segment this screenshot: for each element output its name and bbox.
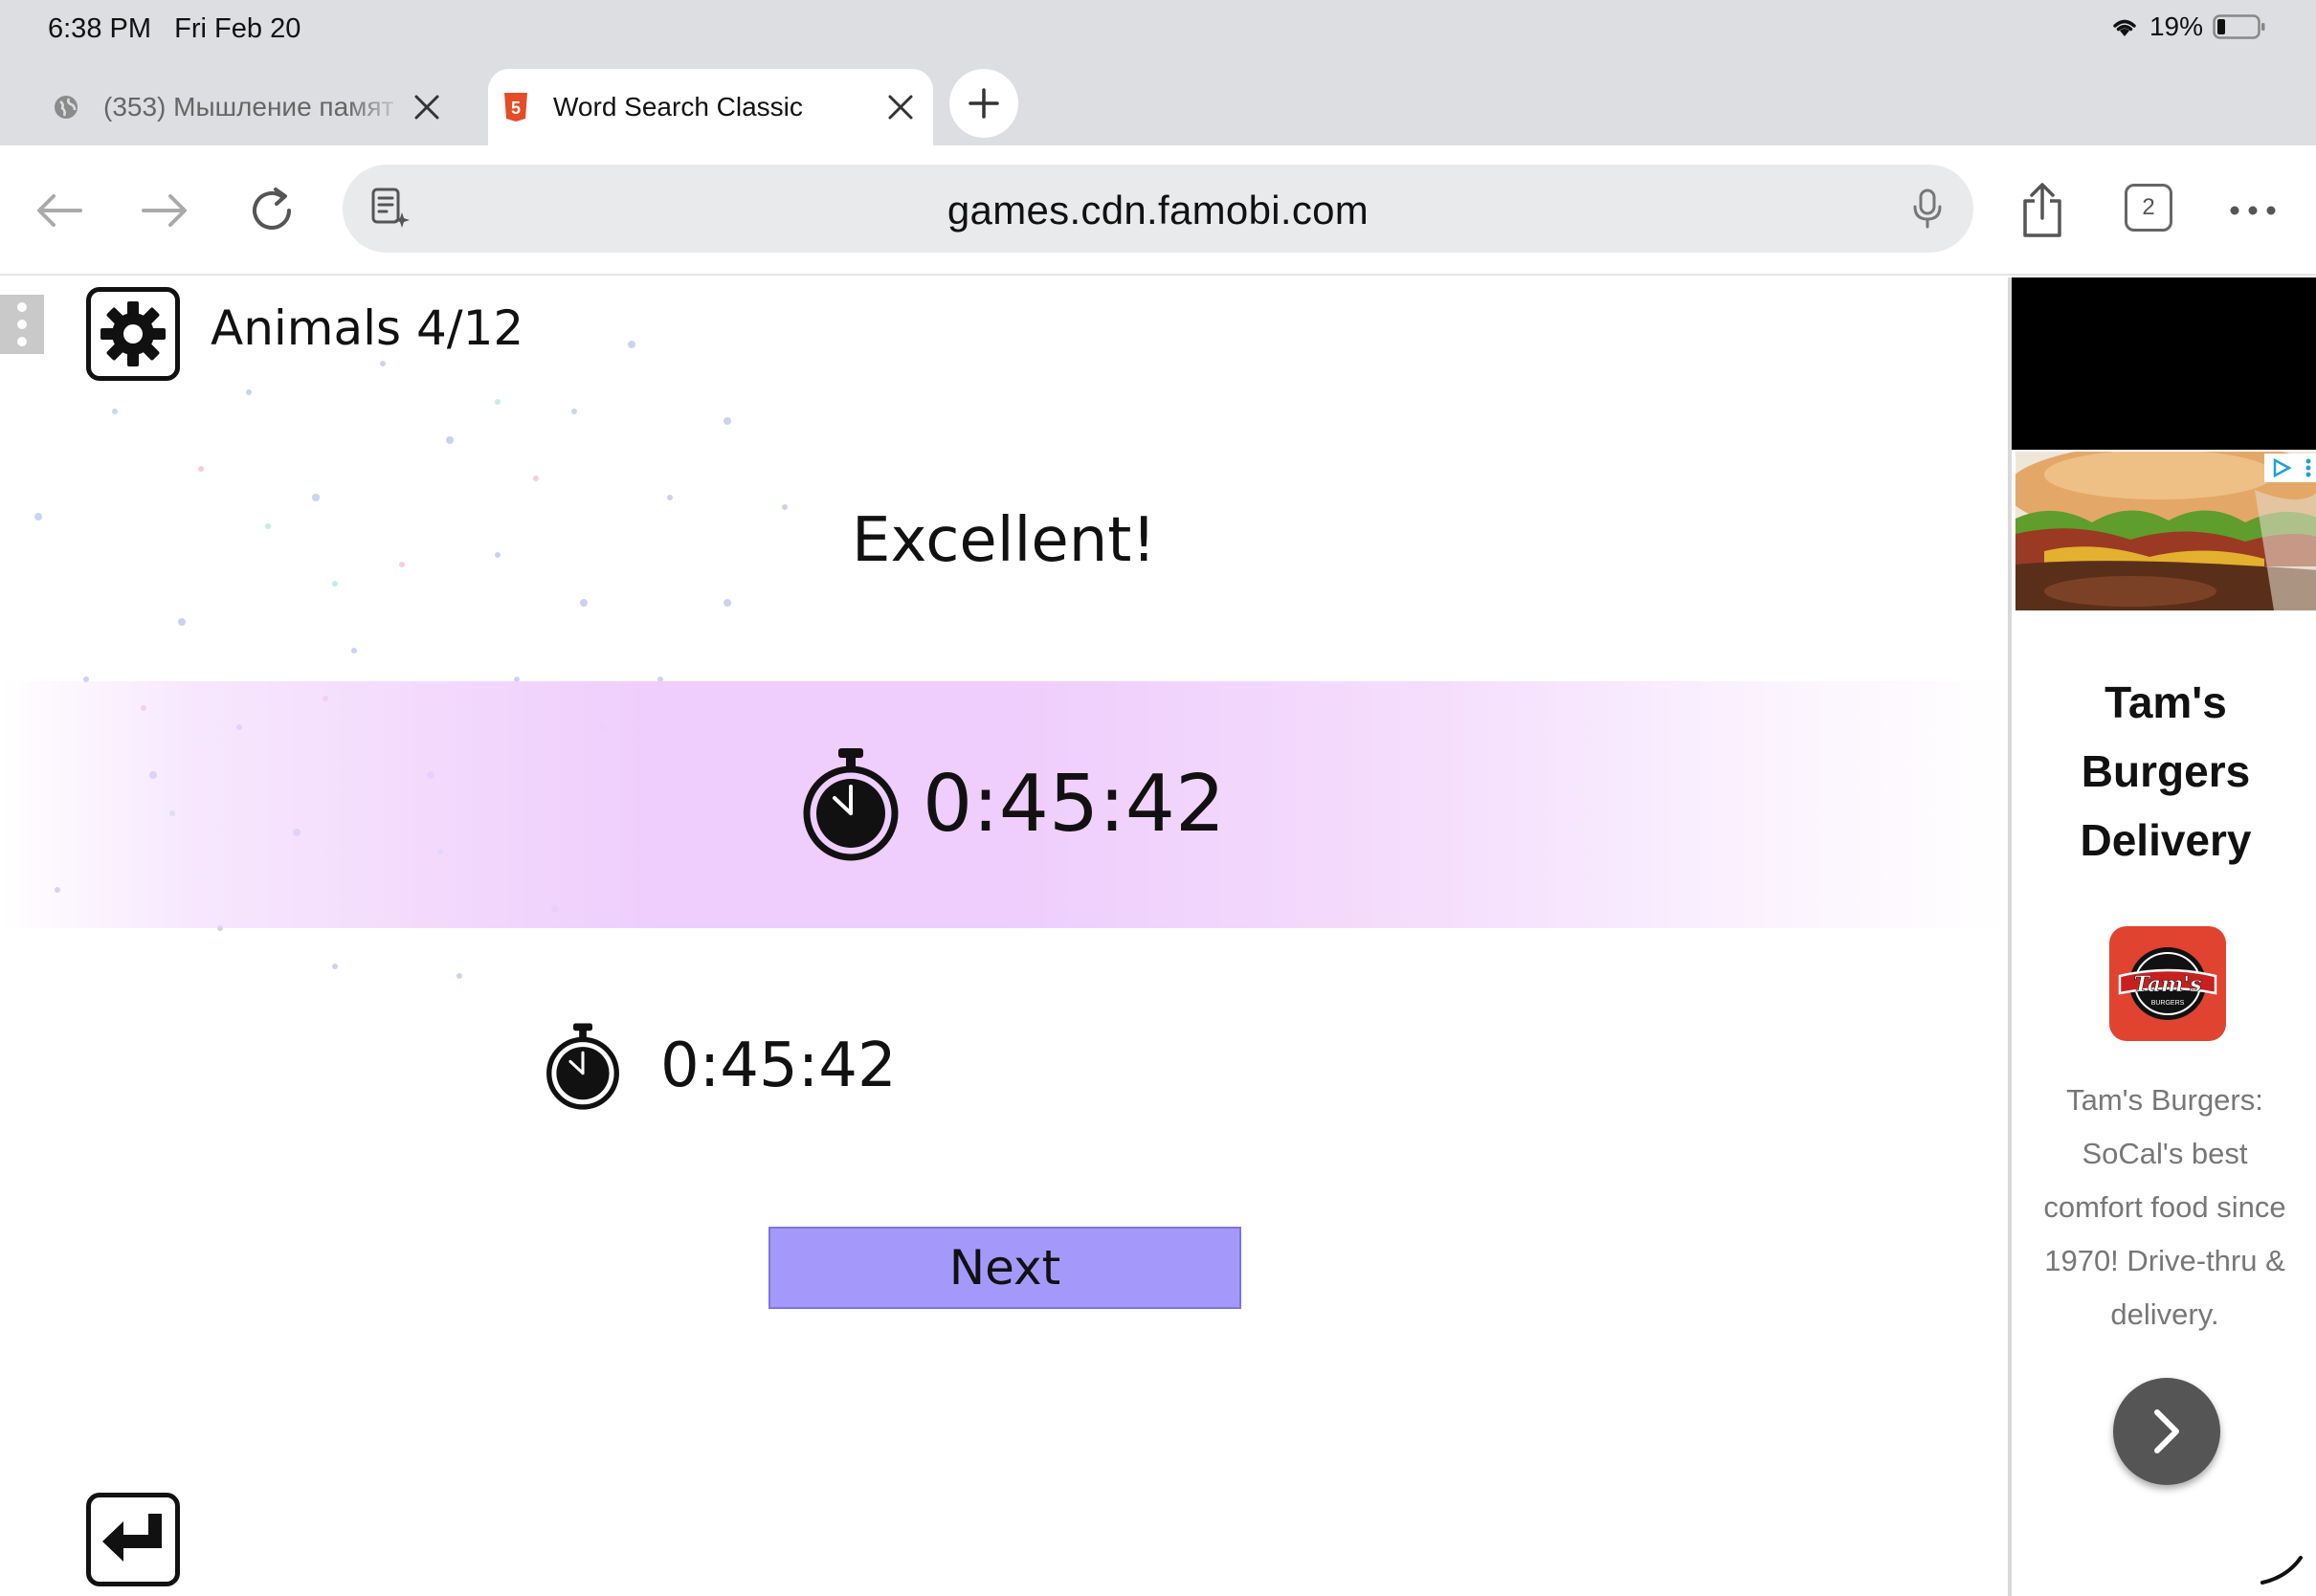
ad-headline[interactable]: Tam's Burgers Delivery <box>2012 668 2316 875</box>
return-button[interactable] <box>86 1493 180 1586</box>
current-time-value: 0:45:42 <box>923 758 1226 850</box>
best-time: 0:45:42 <box>544 1022 897 1110</box>
status-time: 6:38 PM Fri Feb 20 <box>48 13 301 45</box>
share-button[interactable] <box>2010 178 2075 243</box>
close-icon[interactable] <box>408 88 446 126</box>
plus-icon <box>969 88 999 119</box>
arrow-right-icon <box>142 194 187 227</box>
svg-text:5: 5 <box>511 99 521 118</box>
reload-icon <box>253 188 291 230</box>
url-text: games.cdn.famobi.com <box>946 188 1370 233</box>
more-menu-button[interactable] <box>2220 178 2285 243</box>
microphone-icon[interactable] <box>1904 186 1950 232</box>
forward-button[interactable] <box>132 178 197 243</box>
back-button[interactable] <box>27 178 92 243</box>
return-arrow-icon <box>102 1514 162 1562</box>
share-icon <box>2023 183 2061 237</box>
wifi-icon <box>2109 15 2140 38</box>
best-time-value: 0:45:42 <box>660 1031 897 1101</box>
arrow-left-icon <box>37 194 82 227</box>
ad-description-line: SoCal's best <box>2082 1137 2248 1170</box>
level-label: Animals 4/12 <box>211 300 524 356</box>
battery-percent: 19% <box>2149 11 2203 41</box>
html5-icon: 5 <box>500 91 532 123</box>
side-menu-handle[interactable] <box>0 295 44 354</box>
ad-description-line: 1970! Drive-thru & <box>2044 1244 2285 1277</box>
result-headline: Excellent! <box>852 505 1156 576</box>
logo-text: Tam's <box>2134 972 2202 997</box>
ad-choices-icon[interactable] <box>2264 454 2316 482</box>
tams-logo[interactable]: Tam's BURGERS <box>2109 926 2226 1041</box>
status-bar: 6:38 PM Fri Feb 20 19% <box>0 0 2316 63</box>
reload-button[interactable] <box>239 178 304 243</box>
gear-icon <box>100 301 166 366</box>
browser-window: 6:38 PM Fri Feb 20 19% (353) Мышление па… <box>0 0 2316 1596</box>
chevron-right-icon <box>2154 1409 2179 1453</box>
confetti-sparkles <box>34 341 788 979</box>
ad-description-line: comfort food since <box>2043 1190 2286 1224</box>
globe-icon <box>50 91 82 123</box>
logo-subtext: BURGERS <box>2151 1000 2185 1007</box>
ad-panel[interactable]: Tam's Burgers Delivery Tam's BURGERS Tam… <box>2008 277 2316 1596</box>
close-icon[interactable] <box>881 88 920 126</box>
tab-title: (353) Мышление памят <box>103 92 394 122</box>
new-tab-button[interactable] <box>949 69 1018 138</box>
stopwatch-icon <box>546 1023 619 1110</box>
ad-headline-line: Delivery <box>2080 815 2252 865</box>
tab-title: Word Search Classic <box>553 92 803 122</box>
tams-logo-mark: Tam's BURGERS <box>2118 947 2217 1020</box>
next-button[interactable]: Next <box>768 1227 1241 1309</box>
ad-description: Tam's Burgers: SoCal's best comfort food… <box>2025 1074 2305 1341</box>
clock-time: 6:38 PM <box>48 13 151 44</box>
address-bar[interactable]: games.cdn.famobi.com <box>343 165 1973 253</box>
game-area[interactable]: Animals 4/12 Excellent! 0:45:42 0:45:42 … <box>0 277 2008 1596</box>
ellipsis-icon <box>2230 206 2276 215</box>
ad-description-line: Tam's Burgers: <box>2066 1083 2263 1117</box>
current-time: 0:45:42 <box>800 746 1225 861</box>
ad-black-area <box>2012 277 2316 450</box>
status-indicators: 19% <box>2109 11 2266 42</box>
tab-bar: (353) Мышление памят 5 Word Search Class… <box>0 63 2316 145</box>
resize-corner-icon[interactable] <box>2259 1539 2306 1586</box>
clock-date: Fri Feb 20 <box>174 13 301 44</box>
ad-description-line: delivery. <box>2110 1297 2219 1331</box>
tab-active[interactable]: 5 Word Search Classic <box>488 69 933 145</box>
browser-toolbar: games.cdn.famobi.com 2 <box>0 145 2316 276</box>
settings-button[interactable] <box>86 287 180 381</box>
battery-icon <box>2213 13 2266 40</box>
tab-overview-button[interactable]: 2 <box>2125 184 2172 232</box>
ad-headline-line: Burgers <box>2081 746 2251 796</box>
ad-burger-image[interactable] <box>2015 452 2316 610</box>
ad-headline-line: Tam's <box>2104 677 2227 727</box>
stopwatch-icon <box>803 748 899 861</box>
tab-inactive[interactable]: (353) Мышление памят <box>38 69 459 145</box>
ad-cta-button[interactable] <box>2113 1378 2220 1485</box>
